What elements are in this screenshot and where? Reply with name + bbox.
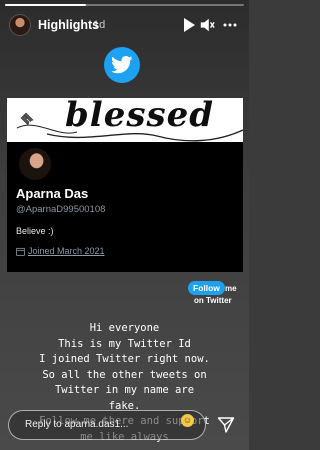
- on-twitter-text: on Twitter: [194, 296, 232, 305]
- story-header: Highlights 1d: [0, 14, 249, 38]
- more-icon[interactable]: [222, 16, 238, 34]
- follow-pill: Follow: [188, 281, 225, 295]
- story-time: 1d: [93, 19, 106, 31]
- smile-emoji-icon: ☺: [181, 414, 194, 427]
- joined-text: Joined March 2021: [28, 246, 105, 256]
- story-progress-bar: [5, 4, 244, 6]
- joined-date: Joined March 2021: [16, 246, 105, 256]
- twitter-profile-card: blessed Aparna Das @AparnaD99500108 Beli…: [7, 98, 243, 272]
- profile-banner: blessed: [7, 98, 243, 142]
- profile-bio: Believe :): [16, 226, 54, 236]
- send-icon[interactable]: [217, 416, 235, 434]
- story-title[interactable]: Highlights: [38, 18, 99, 32]
- banner-text: blessed: [65, 98, 215, 135]
- profile-picture[interactable]: [17, 146, 53, 182]
- twitter-logo: [104, 47, 140, 83]
- reply-input[interactable]: Reply to aparna.das1...: [8, 410, 206, 440]
- pin-icon: [20, 112, 34, 126]
- play-icon[interactable]: [181, 16, 197, 34]
- twitter-bird-icon: [111, 56, 133, 74]
- reply-placeholder: Reply to aparna.das1...: [25, 419, 129, 430]
- story-progress-fill: [5, 4, 87, 6]
- follow-me-sticker: Follow me on Twitter: [188, 281, 243, 315]
- follow-me-text: me: [225, 284, 237, 293]
- profile-name: Aparna Das: [16, 186, 89, 201]
- avatar[interactable]: [9, 14, 31, 36]
- mute-icon[interactable]: [199, 16, 215, 34]
- profile-handle: @AparnaD99500108: [16, 204, 106, 215]
- calendar-icon: [16, 247, 25, 256]
